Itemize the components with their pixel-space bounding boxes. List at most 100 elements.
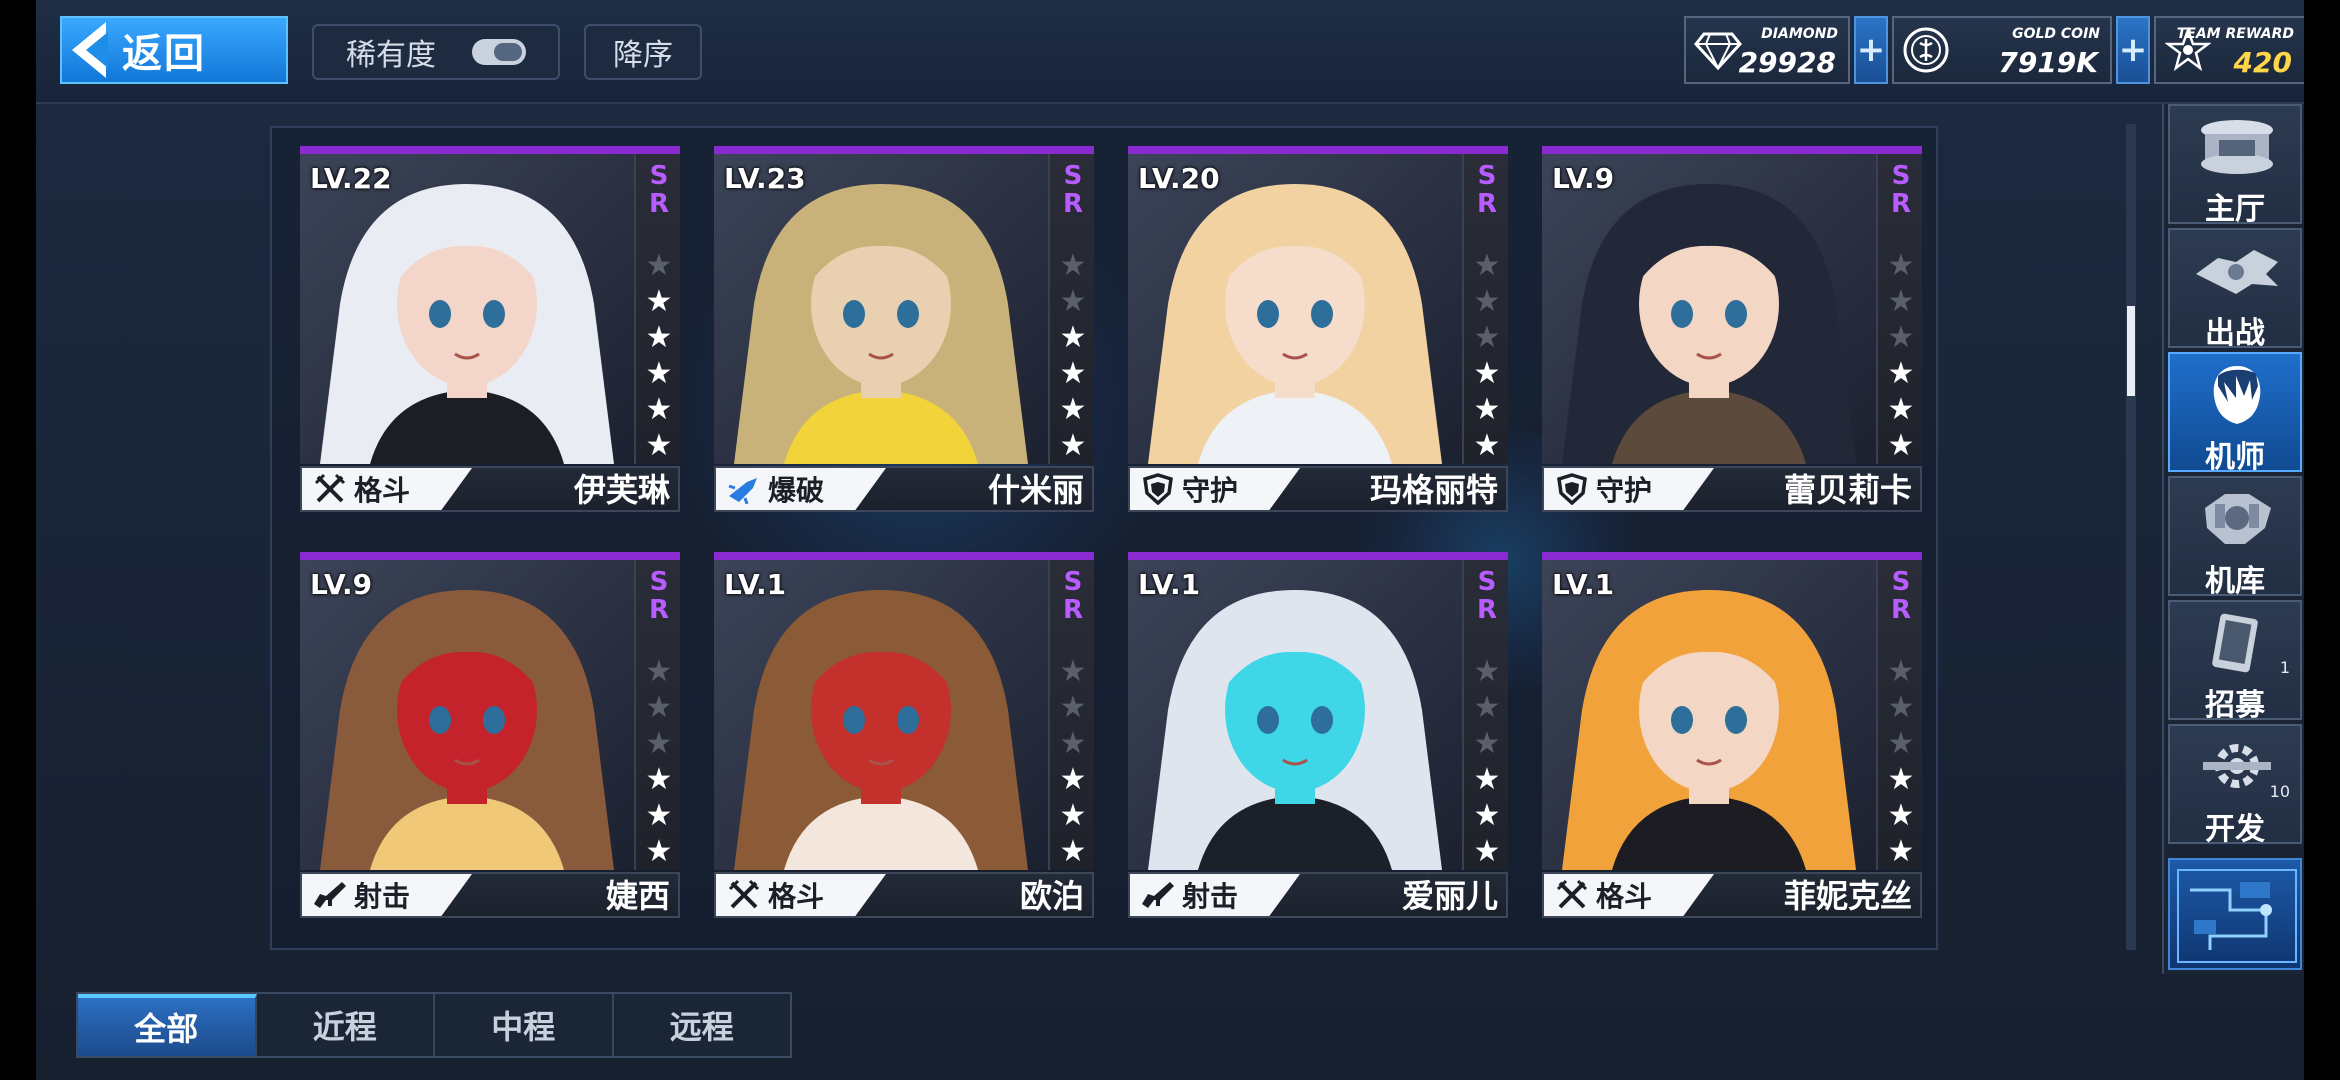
tab-range[interactable]: 远程 — [614, 994, 791, 1056]
star-icon: ★ — [1887, 248, 1915, 283]
pilot-name: 玛格丽特 — [1369, 471, 1498, 509]
rarity-badge: SR — [1062, 161, 1084, 219]
nav-label: 出战 — [2205, 316, 2265, 351]
team-reward-value: 420 — [2233, 46, 2292, 79]
star-icon: ★ — [1059, 320, 1087, 355]
pilot-portrait — [1542, 154, 1876, 464]
pilot-card[interactable]: SR ★ ★ ★ ★ ★ ★ LV.22 格斗 伊芙琳 — [300, 146, 680, 516]
star-icon: ★ — [645, 654, 673, 689]
star-icon: ★ — [1059, 834, 1087, 869]
diamond-icon — [1692, 24, 1744, 76]
pilot-card[interactable]: SR ★ ★ ★ ★ ★ ★ LV.20 守护 玛格丽特 — [1128, 146, 1508, 516]
shield-icon — [1554, 471, 1590, 507]
hangar-icon — [2190, 486, 2284, 552]
pilot-portrait — [714, 560, 1048, 870]
side-navigation: 主厅 出战 机师 机库 1 招募 10 开发 — [2162, 104, 2304, 974]
star-icon: ★ — [645, 762, 673, 797]
star-icon: ★ — [1473, 356, 1501, 391]
pilot-level: LV.9 — [1552, 162, 1615, 195]
add-diamond-button[interactable]: + — [1854, 16, 1888, 84]
nav-item-sortie[interactable]: 出战 — [2168, 228, 2302, 351]
role-label: 格斗 — [354, 474, 411, 507]
pilot-card[interactable]: SR ★ ★ ★ ★ ★ ★ LV.1 格斗 欧泊 — [714, 552, 1094, 922]
pilot-card[interactable]: SR ★ ★ ★ ★ ★ ★ LV.1 射击 爱丽儿 — [1128, 552, 1508, 922]
sortie-icon — [2190, 238, 2284, 304]
pilot-portrait — [300, 154, 634, 464]
star-rating: ★ ★ ★ ★ ★ ★ — [1464, 654, 1510, 870]
star-rating: ★ ★ ★ ★ ★ ★ — [1050, 654, 1096, 870]
rarity-bar — [714, 146, 1094, 154]
pilot-portrait — [714, 154, 1048, 464]
card-footer: 守护 玛格丽特 — [1128, 466, 1508, 512]
star-icon: ★ — [1887, 284, 1915, 319]
develop-badge: 10 — [2269, 782, 2290, 801]
toggle-icon — [472, 39, 526, 65]
top-bar: 返回 稀有度 降序 DIAMOND 29928 + GOLD COIN 7919… — [36, 0, 2306, 104]
star-icon: ★ — [1059, 654, 1087, 689]
star-icon: ★ — [1473, 762, 1501, 797]
star-icon: ★ — [645, 798, 673, 833]
pilot-card[interactable]: SR ★ ★ ★ ★ ★ ★ LV.9 射击 婕西 — [300, 552, 680, 922]
rarity-bar — [1128, 552, 1508, 560]
rarity-sidebar: SR ★ ★ ★ ★ ★ ★ — [1876, 560, 1922, 870]
pilot-name: 欧泊 — [1019, 877, 1084, 915]
star-rating: ★ ★ ★ ★ ★ ★ — [1878, 654, 1924, 870]
pilot-name: 什米丽 — [987, 471, 1084, 509]
pilot-card[interactable]: SR ★ ★ ★ ★ ★ ★ LV.23 爆破 什米丽 — [714, 146, 1094, 516]
rarity-bar — [1542, 552, 1922, 560]
rarity-badge: SR — [1476, 567, 1498, 625]
pilot-level: LV.9 — [310, 568, 373, 601]
pilot-card[interactable]: SR ★ ★ ★ ★ ★ ★ LV.9 守护 蕾贝莉卡 — [1542, 146, 1922, 516]
scrollbar-thumb[interactable] — [2127, 306, 2135, 396]
add-gold-button[interactable]: + — [2116, 16, 2150, 84]
star-icon: ★ — [645, 284, 673, 319]
star-icon: ★ — [1059, 392, 1087, 427]
rarity-sidebar: SR ★ ★ ★ ★ ★ ★ — [1048, 560, 1094, 870]
star-icon: ★ — [1473, 248, 1501, 283]
star-icon: ★ — [1473, 284, 1501, 319]
rarity-bar — [1128, 146, 1508, 154]
scrollbar[interactable] — [2126, 124, 2136, 950]
pilot-name: 爱丽儿 — [1401, 877, 1498, 915]
pilot-card[interactable]: SR ★ ★ ★ ★ ★ ★ LV.1 格斗 菲妮克丝 — [1542, 552, 1922, 922]
tab-range[interactable]: 近程 — [257, 994, 435, 1056]
card-footer: 爆破 什米丽 — [714, 466, 1094, 512]
rarity-badge: SR — [648, 161, 670, 219]
role-tag: 射击 — [302, 874, 472, 916]
role-tag: 爆破 — [716, 468, 886, 510]
role-tag: 射击 — [1130, 874, 1300, 916]
nav-item-pilot[interactable]: 机师 — [2168, 352, 2302, 475]
star-rating: ★ ★ ★ ★ ★ ★ — [1050, 248, 1096, 464]
pilot-roster-screen: 返回 稀有度 降序 DIAMOND 29928 + GOLD COIN 7919… — [0, 0, 2340, 1080]
role-label: 格斗 — [1596, 880, 1653, 913]
pilot-level: LV.1 — [1552, 568, 1615, 601]
minimap-button[interactable] — [2168, 858, 2302, 970]
recruit-badge: 1 — [2279, 658, 2290, 677]
sort-order-label: 降序 — [613, 38, 673, 73]
sort-rarity-label: 稀有度 — [346, 38, 436, 73]
star-icon: ★ — [1887, 392, 1915, 427]
nav-item-recruit[interactable]: 1 招募 — [2168, 600, 2302, 723]
gold-coin-icon — [1900, 24, 1952, 76]
nav-item-lobby[interactable]: 主厅 — [2168, 104, 2302, 227]
missile-icon — [726, 471, 762, 507]
pilot-name: 伊芙琳 — [573, 471, 670, 509]
back-label: 返回 — [122, 31, 206, 77]
star-icon: ★ — [645, 320, 673, 355]
diamond-counter: DIAMOND 29928 — [1684, 16, 1850, 84]
back-button[interactable]: 返回 — [60, 16, 288, 84]
sort-rarity-button[interactable]: 稀有度 — [312, 24, 560, 80]
nav-item-hangar[interactable]: 机库 — [2168, 476, 2302, 599]
nav-item-develop[interactable]: 10 开发 — [2168, 724, 2302, 847]
pilot-level: LV.22 — [310, 162, 392, 195]
recruit-icon — [2190, 610, 2284, 676]
tab-range[interactable]: 全部 — [78, 994, 257, 1056]
team-reward-label: TEAM REWARD — [2176, 26, 2294, 42]
rarity-sidebar: SR ★ ★ ★ ★ ★ ★ — [634, 560, 680, 870]
star-icon: ★ — [1059, 428, 1087, 463]
map-icon — [2177, 869, 2297, 963]
sort-order-button[interactable]: 降序 — [584, 24, 702, 80]
tab-range[interactable]: 中程 — [435, 994, 614, 1056]
star-icon: ★ — [645, 726, 673, 761]
star-icon: ★ — [1887, 356, 1915, 391]
